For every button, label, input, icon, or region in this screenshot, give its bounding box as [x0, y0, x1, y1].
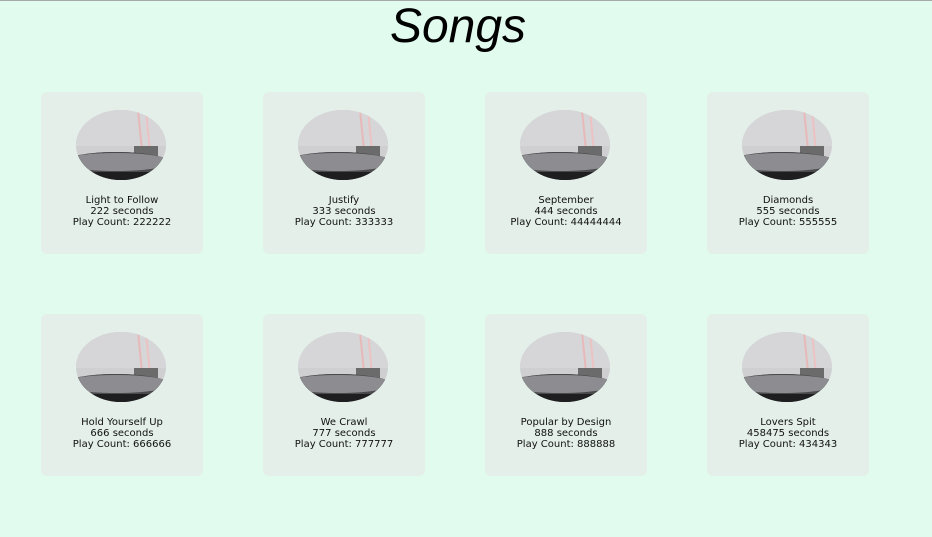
song-title: Popular by Design: [520, 417, 612, 428]
song-card[interactable]: Hold Yourself Up 666 seconds Play Count:…: [41, 314, 203, 476]
song-title: Lovers Spit: [760, 417, 816, 428]
record-player-icon: [520, 110, 610, 180]
song-card[interactable]: Light to Follow 222 seconds Play Count: …: [41, 92, 203, 254]
song-duration: 666 seconds: [90, 428, 154, 439]
song-title: Hold Yourself Up: [81, 417, 163, 428]
song-title: Justify: [328, 195, 360, 206]
song-play-count: Play Count: 222222: [72, 217, 172, 228]
song-card[interactable]: September 444 seconds Play Count: 444444…: [485, 92, 647, 254]
song-play-count: Play Count: 666666: [72, 439, 172, 450]
song-duration: 444 seconds: [534, 206, 598, 217]
song-card[interactable]: Lovers Spit 458475 seconds Play Count: 4…: [707, 314, 869, 476]
record-player-icon: [742, 110, 832, 180]
record-player-icon: [76, 332, 166, 402]
record-player-icon: [298, 332, 388, 402]
record-player-icon: [76, 110, 166, 180]
song-duration: 888 seconds: [534, 428, 598, 439]
page-title: Songs: [389, 0, 527, 53]
song-play-count: Play Count: 555555: [738, 217, 838, 228]
song-duration: 222 seconds: [90, 206, 154, 217]
song-duration: 555 seconds: [756, 206, 820, 217]
song-duration: 777 seconds: [312, 428, 376, 439]
song-duration: 333 seconds: [312, 206, 376, 217]
song-duration: 458475 seconds: [746, 428, 830, 439]
record-player-icon: [520, 332, 610, 402]
song-title: September: [538, 195, 594, 206]
song-play-count: Play Count: 777777: [294, 439, 394, 450]
song-play-count: Play Count: 333333: [294, 217, 394, 228]
song-title: Light to Follow: [85, 195, 159, 206]
song-card[interactable]: Popular by Design 888 seconds Play Count…: [485, 314, 647, 476]
song-card[interactable]: We Crawl 777 seconds Play Count: 777777: [263, 314, 425, 476]
record-player-icon: [298, 110, 388, 180]
song-card[interactable]: Justify 333 seconds Play Count: 333333: [263, 92, 425, 254]
song-title: Diamonds: [762, 195, 814, 206]
record-player-icon: [742, 332, 832, 402]
song-play-count: Play Count: 434343: [738, 439, 838, 450]
song-card[interactable]: Diamonds 555 seconds Play Count: 555555: [707, 92, 869, 254]
song-play-count: Play Count: 888888: [516, 439, 616, 450]
song-title: We Crawl: [320, 417, 368, 428]
song-play-count: Play Count: 44444444: [510, 217, 622, 228]
songs-grid: Light to Follow 222 seconds Play Count: …: [41, 92, 869, 476]
